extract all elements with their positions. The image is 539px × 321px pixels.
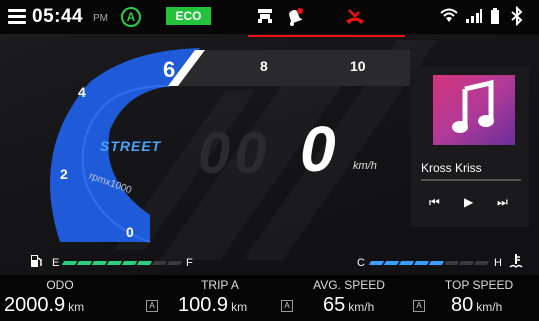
temp-hot-label: H: [494, 257, 502, 269]
trip-value: 80 km/h: [451, 294, 502, 317]
avg-speed-value: 65: [323, 294, 346, 316]
trip-title: TOP SPEED: [444, 278, 514, 292]
riding-mode-label: STREET: [100, 138, 162, 154]
trip-title: ODO: [46, 278, 74, 292]
temp-segment: [398, 261, 415, 265]
trip-value: 65 km/h: [323, 294, 374, 317]
speed-ghost-digits: 00: [198, 121, 271, 186]
trip-value: 2000.9 km: [4, 294, 84, 317]
fuel-segment: [76, 261, 93, 265]
top-speed-unit: km/h: [476, 300, 503, 314]
rpm-label-6: 6: [163, 57, 176, 82]
fuel-gauge: [61, 256, 183, 270]
fuel-full-label: F: [186, 257, 193, 269]
odo-value: 2000.9: [4, 294, 66, 316]
play-icon[interactable]: ▶: [464, 195, 473, 209]
odo-panel[interactable]: ODO 2000.9 km: [0, 275, 134, 321]
fuel-empty-label: E: [52, 257, 60, 269]
temp-segment: [428, 261, 445, 265]
trip-a-panel[interactable]: TRIP A 100.9 km: [150, 275, 284, 321]
playback-controls: ⏮ ▶ ⏭: [411, 191, 529, 213]
temp-segment: [383, 261, 400, 265]
top-speed-value: 80: [451, 294, 474, 316]
fuel-segment: [121, 261, 138, 265]
dashboard-screen: 05:44 PM A ECO 6 8 10 4 2 0 STREET rpmx1…: [0, 0, 539, 321]
rpm-label-2: 2: [60, 166, 68, 182]
trip-a-value: 100.9: [178, 294, 229, 316]
trip-title: TRIP A: [201, 278, 239, 292]
temperature-gauge: [368, 256, 490, 270]
music-player-card[interactable]: Kross Kriss ⏮ ▶ ⏭: [411, 67, 529, 227]
rpm-label-10: 10: [350, 58, 366, 74]
coolant-temp-icon: [509, 254, 523, 269]
temp-segment: [443, 261, 460, 265]
trip-title: AVG. SPEED: [313, 278, 385, 292]
speed-value: 0: [300, 113, 336, 185]
temp-segment: [413, 261, 430, 265]
temp-segment: [368, 261, 385, 265]
fuel-segment: [166, 261, 183, 265]
album-art: [433, 75, 515, 145]
trip-value: 100.9 km: [178, 294, 247, 317]
fuel-pump-icon: [31, 255, 42, 267]
rpm-label-4: 4: [78, 84, 86, 100]
odo-unit: km: [68, 300, 85, 314]
song-title: Kross Kriss: [421, 161, 482, 175]
fuel-segment: [136, 261, 153, 265]
previous-track-icon[interactable]: ⏮: [429, 195, 440, 210]
rpm-label-0: 0: [126, 224, 134, 240]
trip-info-row: ODO 2000.9 km A TRIP A 100.9 km A AVG. SPE…: [0, 275, 539, 321]
temp-segment: [458, 261, 475, 265]
fuel-segment: [106, 261, 123, 265]
fuel-segment: [61, 261, 78, 265]
temp-cold-label: C: [357, 257, 365, 269]
temp-segment: [473, 261, 490, 265]
avg-speed-unit: km/h: [348, 300, 375, 314]
song-progress-bar[interactable]: [421, 179, 521, 181]
music-note-icon: [452, 79, 494, 133]
avg-speed-panel[interactable]: AVG. SPEED 65 km/h: [285, 275, 415, 321]
fuel-segment: [91, 261, 108, 265]
top-speed-panel[interactable]: TOP SPEED 80 km/h: [417, 275, 539, 321]
speed-unit: km/h: [353, 160, 377, 172]
trip-a-unit: km: [231, 300, 248, 314]
fuel-segment: [151, 261, 168, 265]
next-track-icon[interactable]: ⏭: [497, 195, 508, 210]
rpm-label-8: 8: [260, 58, 268, 74]
rpm-scale-band: [170, 50, 410, 86]
